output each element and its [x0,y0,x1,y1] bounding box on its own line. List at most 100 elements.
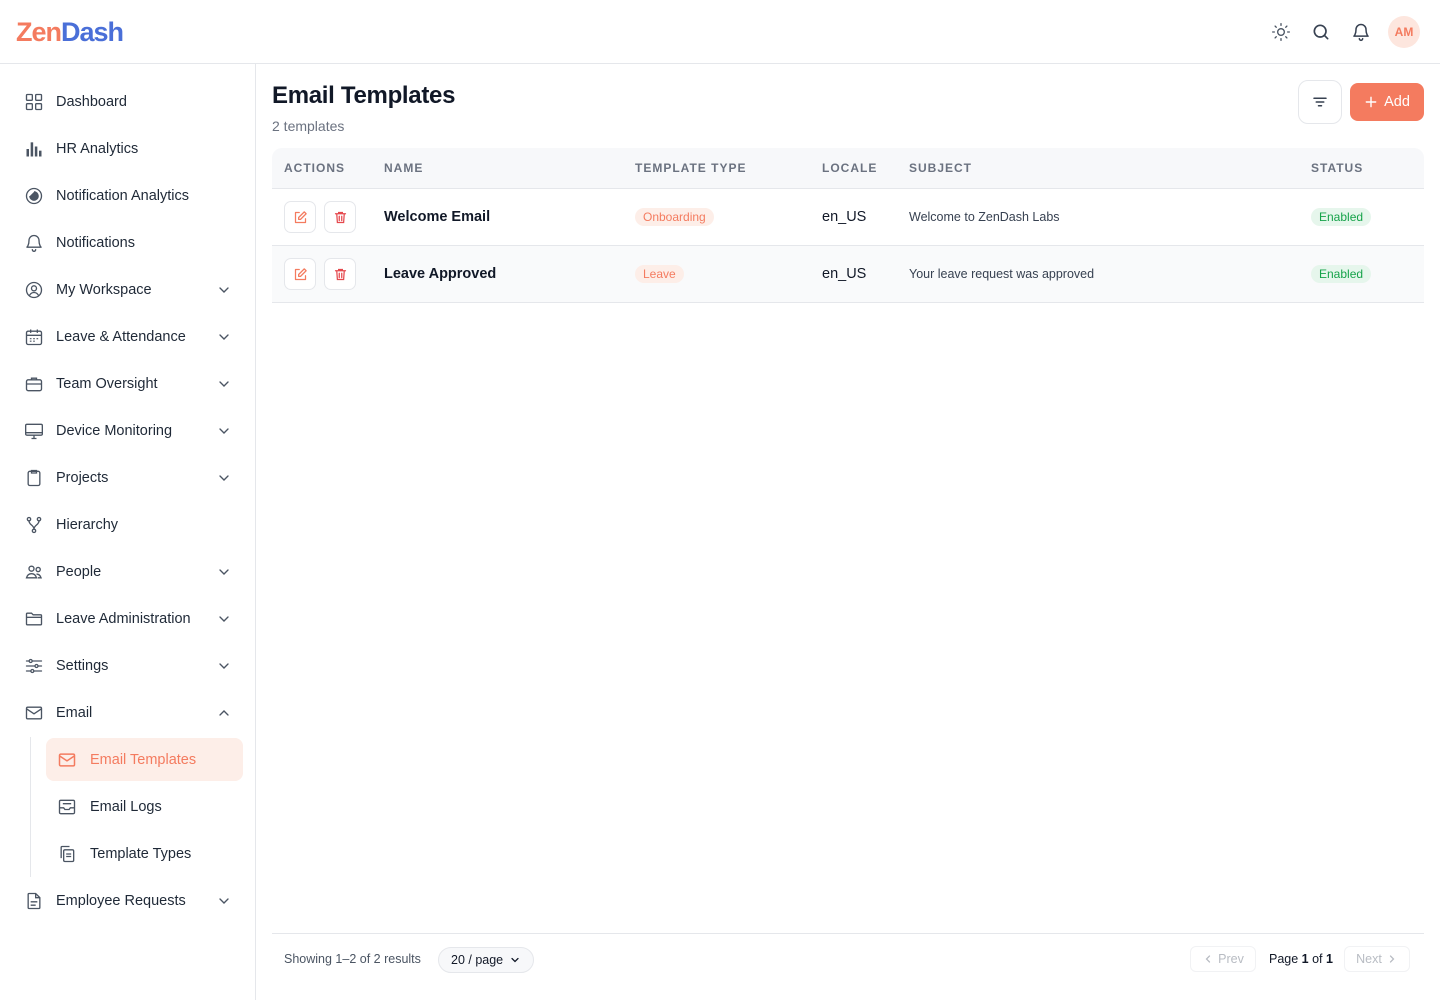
template-type-badge: Onboarding [635,208,714,226]
pie-chart-icon [22,184,46,208]
column-header-subject[interactable]: SUBJECT [909,161,972,175]
chevron-down-icon[interactable] [216,423,232,439]
column-header-name[interactable]: NAME [384,161,423,175]
pagination-bar: Showing 1–2 of 2 results 20 / page Prev … [272,933,1424,985]
folder-icon [22,607,46,631]
next-page-button[interactable]: Next [1344,946,1410,972]
sidebar-item-label: Notifications [56,235,135,251]
people-icon [22,560,46,584]
sidebar-item-team-oversight[interactable]: Team Oversight [14,364,242,404]
edit-button[interactable] [284,258,316,290]
clipboard-icon [22,466,46,490]
sidebar-item-email[interactable]: Email [14,693,242,733]
mail-icon [22,701,46,725]
sidebar-item-notifications[interactable]: Notifications [14,223,242,263]
user-circle-icon [22,278,46,302]
top-bar: ZenDash AM [0,0,1440,64]
search-icon[interactable] [1308,16,1334,48]
edit-icon [293,210,308,225]
column-header-locale[interactable]: LOCALE [822,161,877,175]
prev-page-button[interactable]: Prev [1190,946,1256,972]
status-badge: Enabled [1311,265,1372,283]
column-header-actions: ACTIONS [284,161,345,175]
sidebar-item-leave-administration[interactable]: Leave Administration [14,599,242,639]
chevron-down-icon[interactable] [216,658,232,674]
sidebar-item-hr-analytics[interactable]: HR Analytics [14,129,242,169]
table-header: ACTIONS NAME TEMPLATE TYPE LOCALE SUBJEC… [272,148,1424,189]
add-button-label: Add [1384,94,1410,110]
trash-icon [333,267,348,282]
briefcase-icon [22,372,46,396]
delete-button[interactable] [324,258,356,290]
page-prefix: Page [1269,952,1302,966]
chevron-down-icon[interactable] [216,611,232,627]
brand-logo[interactable]: ZenDash [16,16,124,48]
bell-icon[interactable] [1348,16,1374,48]
sidebar-item-label: Hierarchy [56,517,119,533]
sidebar-item-my-workspace[interactable]: My Workspace [14,270,242,310]
delete-button[interactable] [324,201,356,233]
page-title: Email Templates [272,82,456,109]
template-name: Leave Approved [384,266,497,282]
sidebar-item-projects[interactable]: Projects [14,458,242,498]
sidebar-item-settings[interactable]: Settings [14,646,242,686]
calendar-icon [22,325,46,349]
bell-icon [22,231,46,255]
table-row[interactable]: Leave Approved Leave en_US Your leave re… [272,246,1424,303]
chevron-down-icon[interactable] [216,470,232,486]
sun-icon[interactable] [1268,16,1294,48]
template-locale: en_US [822,209,867,225]
document-icon [22,889,46,913]
sidebar-item-device-monitoring[interactable]: Device Monitoring [14,411,242,451]
page-size-select[interactable]: 20 / page [438,947,535,973]
sidebar-subitem-email-logs[interactable]: Email Logs [46,785,243,828]
chevron-down-icon[interactable] [216,329,232,345]
sidebar-subitem-label: Email Logs [90,798,162,815]
column-header-status[interactable]: STATUS [1311,161,1363,175]
sidebar-item-label: Notification Analytics [56,188,189,204]
monitor-icon [22,419,46,443]
sidebar-item-label: Device Monitoring [56,423,173,439]
sidebar-subitem-label: Email Templates [90,751,197,768]
results-summary: Showing 1–2 of 2 results [284,952,421,966]
chevron-down-icon[interactable] [216,564,232,580]
sidebar: Dashboard HR Analytics Notification Anal… [0,64,256,1000]
prev-label: Prev [1218,952,1244,966]
filter-button[interactable] [1298,80,1342,124]
sidebar-item-dashboard[interactable]: Dashboard [14,82,242,122]
column-header-template-type[interactable]: TEMPLATE TYPE [635,161,746,175]
sidebar-item-label: Settings [56,658,109,674]
template-type-badge: Leave [635,265,684,283]
page-indicator: Page 1 of 1 [1269,952,1333,966]
sidebar-item-label: My Workspace [56,282,152,298]
inbox-icon [56,796,78,818]
sidebar-item-employee-requests[interactable]: Employee Requests [14,881,242,921]
chevron-down-icon[interactable] [216,893,232,909]
avatar[interactable]: AM [1388,16,1420,48]
current-page: 1 [1301,952,1309,966]
brand-part-1: Zen [16,17,62,47]
chevron-down-icon[interactable] [216,282,232,298]
sidebar-item-people[interactable]: People [14,552,242,592]
sidebar-item-label: Leave Administration [56,611,191,627]
chevron-down-icon[interactable] [216,376,232,392]
add-button[interactable]: Add [1350,83,1424,121]
filter-icon [1311,93,1329,111]
next-label: Next [1356,952,1382,966]
edit-button[interactable] [284,201,316,233]
sidebar-item-label: Email [56,705,93,721]
chevron-up-icon[interactable] [216,705,232,721]
chevron-right-icon [1386,953,1398,965]
submenu-guide-line [30,737,31,877]
sidebar-subitem-template-types[interactable]: Template Types [46,832,243,875]
total-pages: 1 [1326,952,1333,966]
templates-table: ACTIONS NAME TEMPLATE TYPE LOCALE SUBJEC… [272,148,1424,303]
trash-icon [333,210,348,225]
sidebar-item-hierarchy[interactable]: Hierarchy [14,505,242,545]
brand-part-2: Dash [61,17,124,47]
table-row[interactable]: Welcome Email Onboarding en_US Welcome t… [272,189,1424,246]
status-badge: Enabled [1311,208,1372,226]
sidebar-item-notification-analytics[interactable]: Notification Analytics [14,176,242,216]
sidebar-item-leave-attendance[interactable]: Leave & Attendance [14,317,242,357]
sidebar-subitem-email-templates[interactable]: Email Templates [46,738,243,781]
